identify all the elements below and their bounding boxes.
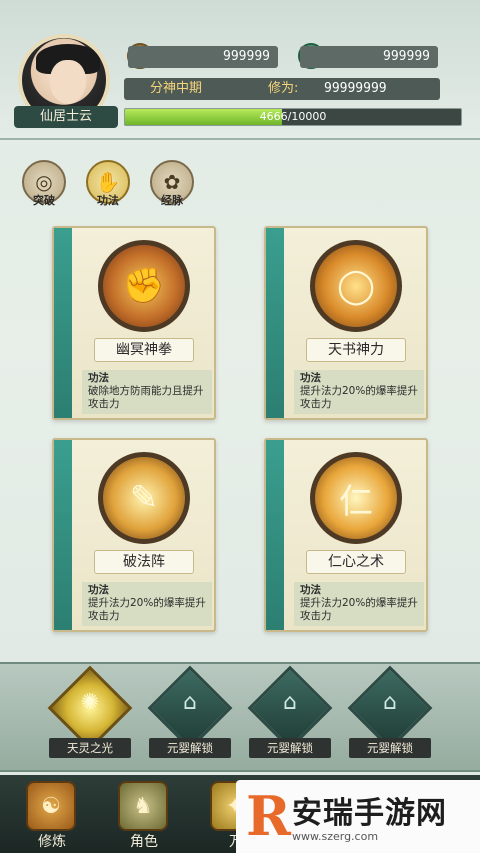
skill-card[interactable]: 仁 仁心之术 功法 提升法力20%的爆率提升攻击力 — [264, 438, 428, 632]
skill-description: 功法 提升法力20%的爆率提升攻击力 — [82, 582, 212, 626]
tab-breakthrough-label: 突破 — [33, 194, 55, 207]
skill-name: 幽冥神拳 — [94, 338, 194, 362]
meridian-icon: ✿ — [163, 170, 181, 194]
player-name: 仙居士云 — [14, 106, 118, 128]
nav-cultivate[interactable]: ☯ 修炼 — [12, 779, 92, 851]
nav-cultivate-label: 修炼 — [38, 834, 66, 850]
skill-desc-text: 提升法力20%的爆率提升攻击力 — [300, 597, 418, 622]
tab-technique-label: 功法 — [97, 194, 119, 207]
character-icon: ♞ — [118, 781, 168, 831]
exp-progress-text: 4666/10000 — [259, 110, 327, 123]
jade-amount: 999999 — [300, 46, 438, 68]
skill-desc-text: 提升法力20%的爆率提升攻击力 — [88, 597, 206, 622]
cultivation-label: 修为: — [268, 81, 299, 96]
skill-card[interactable]: ✊ 幽冥神拳 功法 破除地方防雨能力且提升攻击力 — [52, 226, 216, 420]
nav-character-label: 角色 — [130, 834, 158, 850]
skill-name: 仁心之术 — [306, 550, 406, 574]
skill-slot-bar: ✺ 天灵之光 ⌂ 元婴解锁 ⌂ 元婴解锁 ⌂ 元婴解锁 — [0, 662, 480, 772]
ren-icon: 仁 — [310, 452, 402, 544]
ring-icon: ◯ — [310, 240, 402, 332]
skill-desc-label: 功法 — [88, 372, 109, 384]
skill-description: 功法 提升法力20%的爆率提升攻击力 — [294, 370, 424, 414]
realm-bar: 分神中期 修为: 99999999 — [124, 78, 440, 100]
skill-desc-text: 提升法力20%的爆率提升攻击力 — [300, 385, 418, 410]
lock-icon: ⌂ — [383, 690, 397, 715]
skill-card[interactable]: ✎ 破法阵 功法 提升法力20%的爆率提升攻击力 — [52, 438, 216, 632]
slot-label: 元婴解锁 — [349, 738, 431, 758]
skill-desc-label: 功法 — [300, 372, 321, 384]
watermark-banner: R 安瑞手游网 www.szerg.com — [236, 780, 480, 853]
watermark-logo-icon: R — [246, 784, 291, 848]
exp-progress-bar: 4666/10000 — [124, 108, 462, 126]
skill-card[interactable]: ◯ 天书神力 功法 提升法力20%的爆率提升攻击力 — [264, 226, 428, 420]
light-icon: ✺ — [80, 690, 100, 715]
tab-meridian-label: 经脉 — [161, 194, 183, 207]
slot-label: 天灵之光 — [49, 738, 131, 758]
watermark-url: www.szerg.com — [292, 830, 379, 843]
breakthrough-icon: ◎ — [35, 170, 53, 194]
nav-character[interactable]: ♞ 角色 — [104, 779, 184, 851]
scroll-icon: ✎ — [98, 452, 190, 544]
skill-desc-label: 功法 — [300, 584, 321, 596]
skill-description: 功法 破除地方防雨能力且提升攻击力 — [82, 370, 212, 414]
player-header: 仙居士云 ◎ 999999 ◉ 999999 分神中期 修为: 99999999… — [0, 0, 480, 140]
skill-desc-text: 破除地方防雨能力且提升攻击力 — [88, 385, 204, 410]
skill-name: 破法阵 — [94, 550, 194, 574]
watermark-title: 安瑞手游网 — [292, 796, 447, 831]
technique-icon: ✋ — [95, 170, 121, 194]
cultivation-value: 99999999 — [324, 81, 387, 96]
lock-icon: ⌂ — [183, 690, 197, 715]
avatar-face — [50, 60, 86, 104]
fist-icon: ✊ — [98, 240, 190, 332]
cultivate-icon: ☯ — [26, 781, 76, 831]
slot-label: 元婴解锁 — [249, 738, 331, 758]
realm-name: 分神中期 — [150, 81, 203, 96]
slot-label: 元婴解锁 — [149, 738, 231, 758]
skill-desc-label: 功法 — [88, 584, 109, 596]
skill-description: 功法 提升法力20%的爆率提升攻击力 — [294, 582, 424, 626]
copper-amount: 999999 — [128, 46, 278, 68]
skill-name: 天书神力 — [306, 338, 406, 362]
lock-icon: ⌂ — [283, 690, 297, 715]
